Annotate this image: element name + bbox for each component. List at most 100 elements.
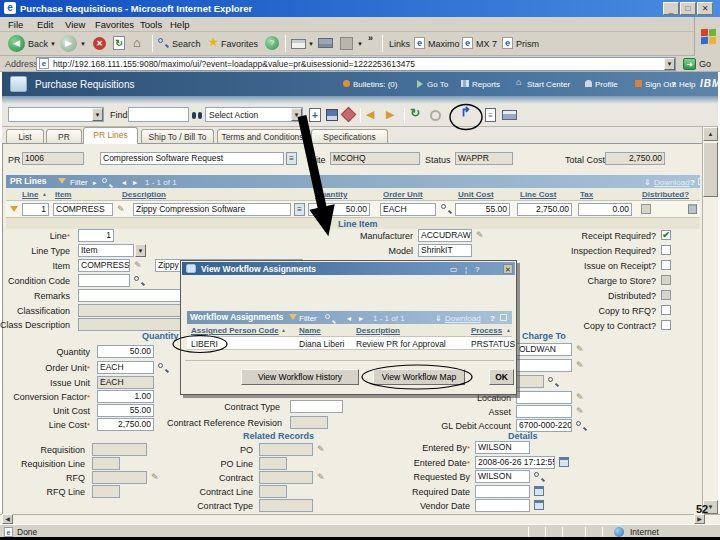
dialog-row-person[interactable]: LIBERI: [191, 339, 218, 350]
quantity-field[interactable]: 50.00: [97, 345, 154, 358]
next-record-icon[interactable]: ▶: [386, 109, 394, 119]
row-tax-field[interactable]: 0.00: [578, 203, 632, 216]
col-distributed[interactable]: Distributed?: [642, 190, 689, 199]
po-pencil-icon[interactable]: ✎: [317, 445, 325, 454]
storeroom-field[interactable]: OLDWAN: [516, 343, 572, 356]
row-order-unit-field[interactable]: EACH: [380, 203, 436, 216]
download-icon[interactable]: ⇓: [644, 177, 651, 188]
row-quantity-field[interactable]: 50.00: [308, 203, 370, 216]
go-label[interactable]: Go: [699, 59, 711, 70]
favorites-icon[interactable]: ★: [208, 35, 219, 49]
requested-by-field[interactable]: WILSON: [475, 470, 530, 483]
link-2[interactable]: MX 7: [476, 39, 497, 50]
link-maximo[interactable]: Maximo: [428, 39, 460, 50]
row-line-cost-field[interactable]: 2,750.00: [517, 203, 572, 216]
print-icon[interactable]: [318, 38, 333, 48]
row-order-unit-select-icon[interactable]: [441, 204, 451, 214]
select-action-arrow[interactable]: ▼: [291, 108, 302, 121]
model-field[interactable]: ShrinkIT: [418, 244, 472, 257]
filter-search-icon[interactable]: [102, 178, 112, 188]
dialog-col-person[interactable]: Assigned Person Code: [191, 326, 279, 335]
menu-view[interactable]: View: [65, 19, 85, 30]
link-icon-3[interactable]: e: [502, 37, 513, 49]
menu-help[interactable]: Help: [170, 19, 190, 30]
media-icon[interactable]: ?: [265, 36, 279, 50]
tab-pr[interactable]: PR: [46, 129, 82, 144]
col-tax[interactable]: Tax: [580, 190, 593, 199]
find-input[interactable]: [128, 107, 189, 122]
condition-code-field[interactable]: [78, 274, 130, 287]
search-label[interactable]: Search: [172, 39, 201, 50]
link-icon-2[interactable]: e: [462, 37, 473, 49]
line-field[interactable]: 1: [78, 229, 114, 242]
asset-field[interactable]: [516, 405, 572, 418]
unit-cost-field[interactable]: 55.00: [97, 404, 154, 417]
vendor-date-calendar-icon[interactable]: [534, 500, 544, 510]
dialog-close-icon[interactable]: ✕: [503, 264, 513, 274]
close-button[interactable]: ✕: [697, 2, 713, 15]
tab-list[interactable]: List: [6, 129, 44, 144]
mail-dropdown[interactable]: ▼: [308, 39, 314, 50]
edit-icon[interactable]: [340, 37, 353, 50]
dialog-col-name[interactable]: Name: [299, 326, 321, 335]
copy-to-rfq-checkbox[interactable]: [661, 305, 671, 315]
dialog-ok-button[interactable]: OK: [489, 369, 514, 385]
new-record-icon[interactable]: +: [309, 108, 321, 122]
work-order-select-icon[interactable]: [548, 377, 558, 387]
favorites-label[interactable]: Favorites: [221, 39, 258, 50]
tab-specifications[interactable]: Specifications: [311, 129, 388, 144]
required-date-field[interactable]: [475, 485, 530, 498]
contract-type-field[interactable]: [290, 400, 343, 413]
dialog-prev-icon[interactable]: ◂: [347, 313, 351, 324]
previous-record-icon[interactable]: ◀: [366, 109, 374, 119]
change-status-icon[interactable]: ↻: [410, 108, 420, 118]
dialog-filter-search-icon[interactable]: [325, 314, 335, 324]
condition-code-select-icon[interactable]: [134, 276, 144, 286]
dialog-col-process[interactable]: Process: [471, 326, 502, 335]
go-icon[interactable]: ➜: [683, 58, 696, 70]
dialog-row[interactable]: LIBERI Diana Liberi Review PR for Approv…: [187, 337, 512, 350]
mail-icon[interactable]: [291, 39, 306, 49]
address-dropdown[interactable]: ▼: [664, 58, 675, 70]
minimize-button[interactable]: _: [663, 2, 679, 15]
filter-label[interactable]: Filter: [70, 177, 88, 188]
select-action-dropdown[interactable]: Select Action: [205, 107, 303, 122]
scroll-left-button[interactable]: ◀: [2, 514, 13, 524]
clear-changes-icon[interactable]: [341, 107, 357, 123]
address-url[interactable]: http://192.168.111.155:9080/maximo/ui/?e…: [53, 59, 658, 70]
prev-page-icon[interactable]: ◂: [122, 177, 126, 188]
workflow-page-icon[interactable]: ≡: [485, 108, 496, 122]
menu-favorites[interactable]: Favorites: [95, 19, 134, 30]
line-type-arrow[interactable]: ▼: [135, 244, 146, 257]
asset-pencil-icon[interactable]: ✎: [576, 407, 584, 416]
item-pencil-icon[interactable]: ✎: [134, 261, 142, 270]
next-page-icon[interactable]: ▸: [133, 177, 137, 188]
entered-date-field[interactable]: 2008-06-26 17:12:55: [475, 456, 555, 469]
query-dropdown[interactable]: [8, 107, 104, 122]
dialog-next-icon[interactable]: ▸: [359, 313, 363, 324]
link-icon-maximo[interactable]: e: [414, 37, 425, 49]
dialog-filter-icon[interactable]: [289, 314, 297, 320]
storeroom-pencil-icon[interactable]: ✎: [576, 345, 584, 354]
inspection-required-checkbox[interactable]: [661, 245, 671, 255]
search-icon[interactable]: [158, 38, 168, 48]
entered-date-calendar-icon[interactable]: [559, 457, 569, 467]
col-item[interactable]: Item: [55, 190, 71, 199]
menu-file[interactable]: File: [8, 19, 23, 30]
filter-icon[interactable]: [58, 178, 66, 184]
link-goto[interactable]: Go To: [427, 79, 448, 90]
dialog-download-label[interactable]: Download: [445, 313, 481, 324]
order-unit-select-icon[interactable]: [158, 363, 168, 373]
dialog-collapse-icon[interactable]: [500, 314, 507, 321]
clock-icon[interactable]: [430, 110, 441, 121]
dialog-title-bar[interactable]: View Workflow Assignments ▭ ¦ ? ✕: [182, 262, 515, 275]
col-order-unit[interactable]: Order Unit: [383, 190, 423, 199]
item-field[interactable]: COMPRESS: [78, 259, 130, 272]
copy-to-contract-checkbox[interactable]: [661, 320, 671, 330]
location-field[interactable]: [516, 391, 572, 404]
link-reports[interactable]: Reports: [472, 79, 500, 90]
entered-by-field[interactable]: WILSON: [475, 441, 530, 454]
requested-by-select-icon[interactable]: [534, 472, 544, 482]
col-quantity[interactable]: Quantity: [315, 190, 347, 199]
download-label[interactable]: Download: [654, 177, 690, 188]
